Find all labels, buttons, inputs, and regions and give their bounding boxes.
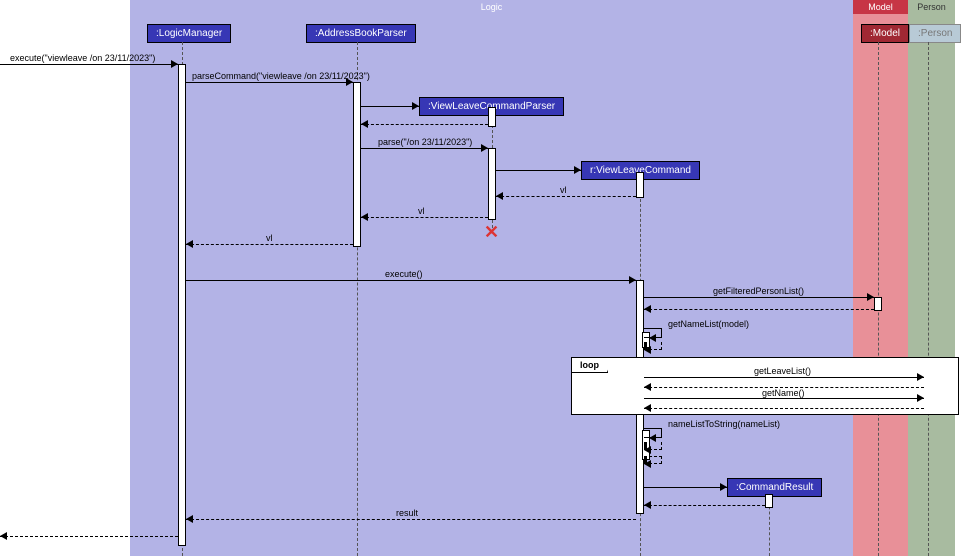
- arrow-create-vlcommand: [496, 170, 581, 171]
- label-getname: getName(): [762, 388, 805, 398]
- arrow-final: [0, 536, 178, 537]
- label-parse: parse("/on 23/11/2023"): [378, 137, 472, 147]
- arrowhead-getnamelist-ret: [644, 346, 651, 354]
- arrowhead-getfiltered-ret: [644, 305, 651, 313]
- participant-logic-manager: :LogicManager: [147, 24, 231, 43]
- participant-address-book-parser: :AddressBookParser: [306, 24, 416, 43]
- arrow-getleavelist: [644, 377, 924, 378]
- arrow-getname: [644, 398, 924, 399]
- arrow-getfiltered: [644, 297, 874, 298]
- region-logic: Logic: [130, 0, 853, 556]
- arrowhead-extra: [644, 460, 651, 468]
- arrowhead-getnamelist: [649, 334, 656, 342]
- arrowhead-execute2: [629, 276, 636, 284]
- arrow-vl3: [186, 244, 353, 245]
- label-nameliststr: nameListToString(nameList): [668, 419, 780, 429]
- loop-label: loop: [580, 360, 599, 370]
- activation-vlcommand-1: [636, 172, 644, 198]
- label-getleavelist: getLeaveList(): [754, 366, 811, 376]
- arrowhead-create-vlcommand: [574, 166, 581, 174]
- destroy-icon: ✕: [484, 222, 499, 243]
- arrow-vl2: [361, 217, 488, 218]
- participant-command-result: :CommandResult: [727, 478, 822, 497]
- arrowhead-getfiltered: [867, 293, 874, 301]
- activation-command-result: [765, 494, 773, 508]
- arrow-execute1: [0, 64, 178, 65]
- arrow-result: [186, 519, 636, 520]
- region-person-label: Person: [917, 2, 946, 12]
- arrow-getname-ret: [644, 408, 924, 409]
- arrow-parse: [361, 148, 488, 149]
- arrowhead-nameliststr-ret: [644, 446, 651, 454]
- arrow-return-vlparser: [361, 124, 488, 125]
- activation-model: [874, 297, 882, 311]
- arrowhead-getname-ret: [644, 404, 651, 412]
- label-vl3: vl: [266, 233, 273, 243]
- label-execute1: execute("viewleave /on 23/11/2023"): [10, 53, 155, 63]
- arrowhead-getleavelist: [917, 373, 924, 381]
- lifeline-person: [928, 42, 929, 556]
- activation-parser: [353, 82, 361, 247]
- region-model-header: Model: [853, 0, 908, 14]
- label-result: result: [396, 508, 418, 518]
- participant-model: :Model: [861, 24, 909, 43]
- arrow-result-ret1: [644, 505, 765, 506]
- region-person: Person: [908, 0, 955, 556]
- region-logic-header: Logic: [130, 0, 853, 14]
- arrow-create-result: [644, 487, 727, 488]
- arrowhead-vl2: [361, 213, 368, 221]
- loop-tab: loop: [572, 358, 608, 373]
- label-getfiltered: getFilteredPersonList(): [713, 286, 804, 296]
- participant-person: :Person: [909, 24, 961, 43]
- arrowhead-create-result: [720, 483, 727, 491]
- arrowhead-getname: [917, 394, 924, 402]
- label-parsecommand: parseCommand("viewleave /on 23/11/2023"): [192, 71, 370, 81]
- arrow-vl1: [496, 196, 636, 197]
- arrowhead-execute1: [171, 60, 178, 68]
- arrowhead-vl3: [186, 240, 193, 248]
- activation-vlparser-1: [488, 107, 496, 127]
- region-model: Model: [853, 0, 908, 556]
- region-logic-label: Logic: [481, 2, 503, 12]
- arrowhead-result-ret1: [644, 501, 651, 509]
- label-getnamelist: getNameList(model): [668, 319, 749, 329]
- arrow-getfiltered-ret: [644, 309, 874, 310]
- arrow-parsecommand: [186, 82, 353, 83]
- activation-vlparser-2: [488, 148, 496, 220]
- label-vl2: vl: [418, 206, 425, 216]
- arrowhead-parse: [481, 144, 488, 152]
- region-model-label: Model: [868, 2, 893, 12]
- arrowhead-vl1: [496, 192, 503, 200]
- region-person-header: Person: [908, 0, 955, 14]
- arrowhead-return-vlparser: [361, 120, 368, 128]
- arrowhead-result: [186, 515, 193, 523]
- activation-logic-manager: [178, 64, 186, 546]
- arrowhead-create-vlparser: [412, 102, 419, 110]
- arrowhead-getleavelist-ret: [644, 383, 651, 391]
- arrowhead-nameliststr: [649, 434, 656, 442]
- label-vl1: vl: [560, 185, 567, 195]
- arrowhead-final: [0, 532, 7, 540]
- label-execute2: execute(): [385, 269, 423, 279]
- arrow-execute2: [186, 280, 636, 281]
- arrow-create-vlparser: [361, 106, 419, 107]
